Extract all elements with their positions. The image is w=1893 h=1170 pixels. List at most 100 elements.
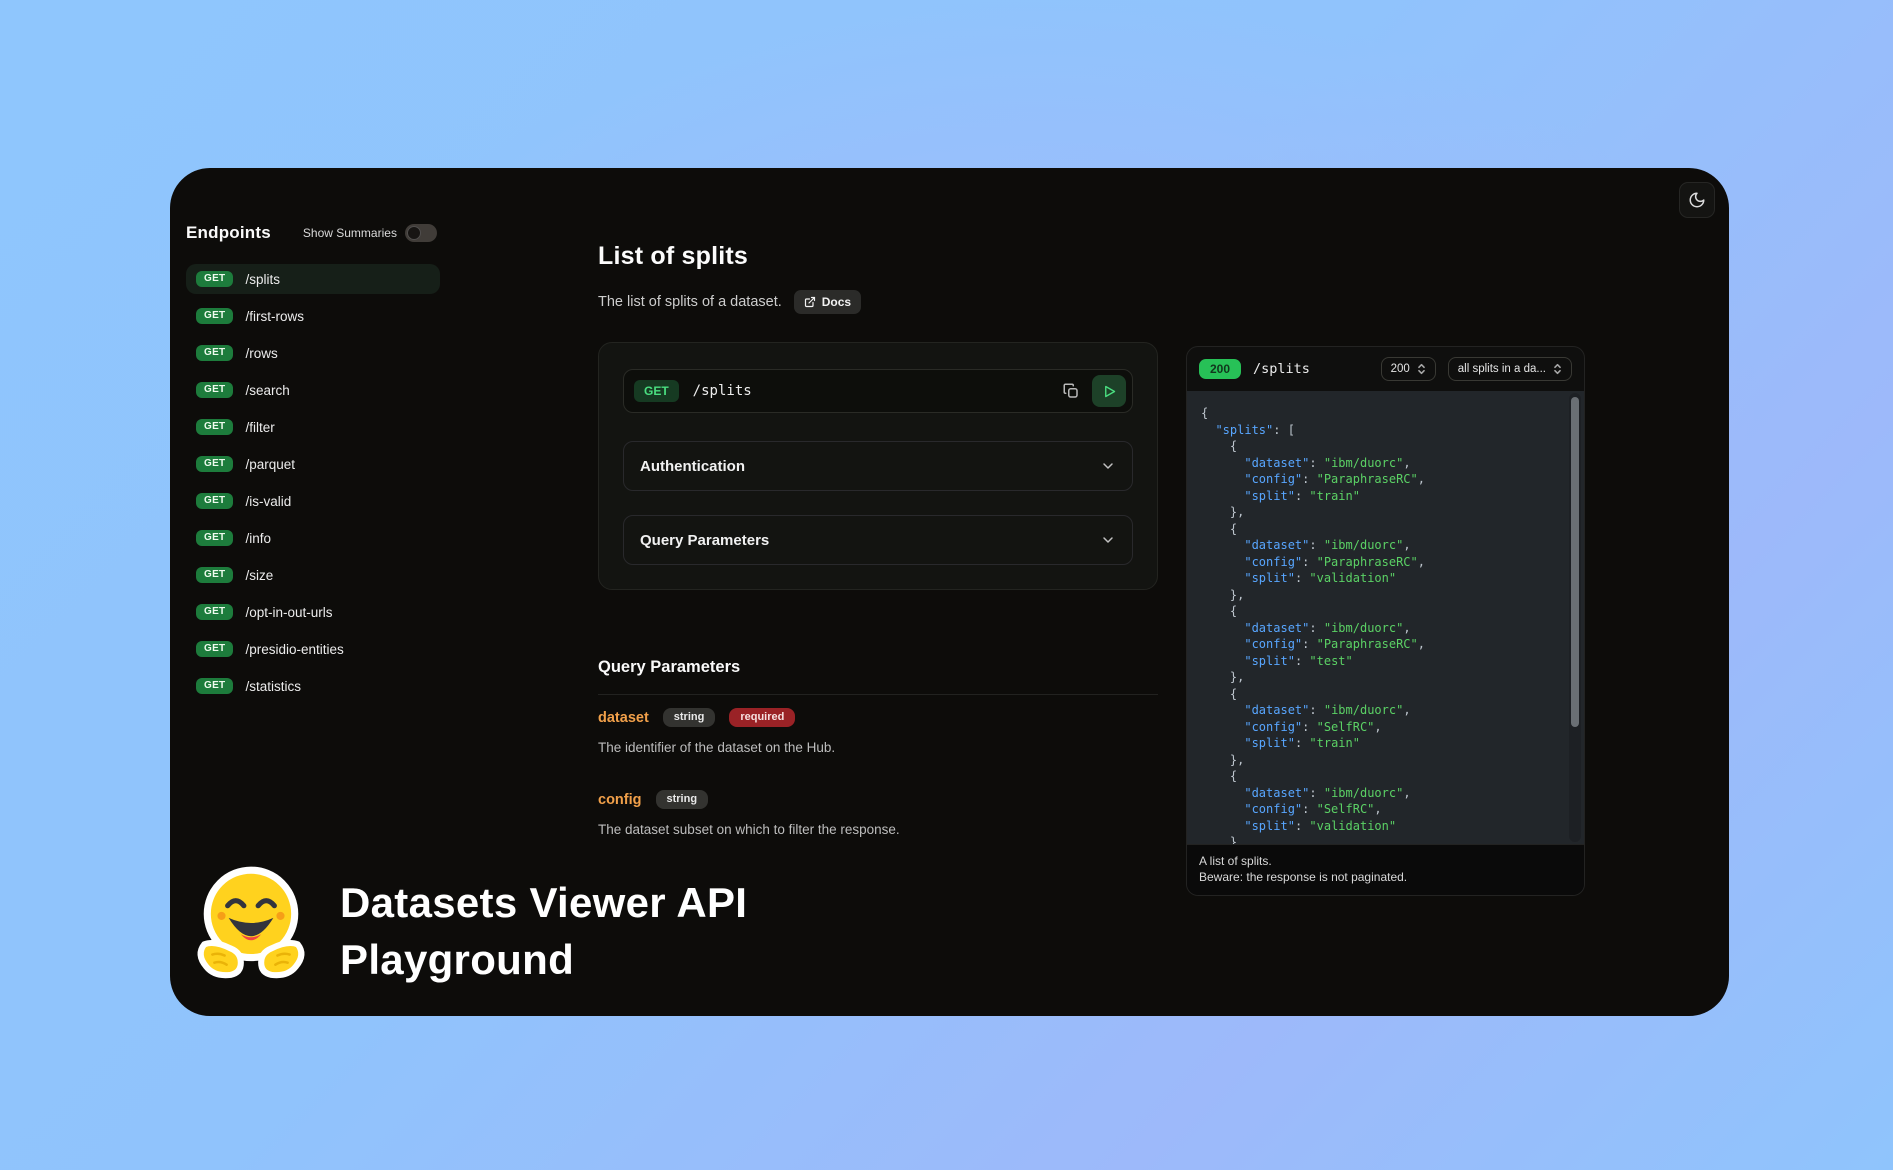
sidebar-item-splits[interactable]: GET/splits [186, 264, 440, 294]
dark-mode-toggle-button[interactable] [1679, 182, 1715, 218]
json-code-line: }, [1201, 587, 1566, 604]
json-code-line: "dataset": "ibm/duorc", [1201, 702, 1566, 719]
request-path: /splits [693, 383, 752, 399]
endpoint-description: The list of splits of a dataset. [598, 294, 782, 310]
sidebar-item-info[interactable]: GET/info [186, 523, 440, 553]
response-panel: 200 /splits 200 all splits in a da... { … [1186, 346, 1585, 896]
sidebar-item-size[interactable]: GET/size [186, 560, 440, 590]
json-code-line: "dataset": "ibm/duorc", [1201, 455, 1566, 472]
method-badge: GET [196, 604, 233, 620]
json-code-line: "dataset": "ibm/duorc", [1201, 537, 1566, 554]
json-code-line: "dataset": "ibm/duorc", [1201, 620, 1566, 637]
sidebar-item-rows[interactable]: GET/rows [186, 338, 440, 368]
docs-button-label: Docs [822, 295, 851, 309]
json-code-line: "config": "SelfRC", [1201, 801, 1566, 818]
scrollbar-thumb[interactable] [1571, 397, 1579, 727]
authentication-accordion[interactable]: Authentication [623, 441, 1133, 491]
endpoint-path-label: /splits [245, 272, 280, 287]
sidebar-item-parquet[interactable]: GET/parquet [186, 449, 440, 479]
authentication-accordion-label: Authentication [640, 458, 745, 475]
method-badge: GET [196, 419, 233, 435]
json-code-line: "dataset": "ibm/duorc", [1201, 785, 1566, 802]
parameter-description: The dataset subset on which to filter th… [598, 822, 1158, 837]
json-code-line: "split": "train" [1201, 735, 1566, 752]
json-code-line: "config": "ParaphraseRC", [1201, 636, 1566, 653]
json-code-line: "config": "ParaphraseRC", [1201, 471, 1566, 488]
docs-button[interactable]: Docs [794, 290, 861, 314]
json-code-line: { [1201, 603, 1566, 620]
sidebar-item-first-rows[interactable]: GET/first-rows [186, 301, 440, 331]
copy-url-button[interactable] [1056, 376, 1086, 406]
parameter-type-badge: string [656, 790, 709, 809]
json-code-line: "split": "validation" [1201, 818, 1566, 835]
json-code-line: { [1201, 521, 1566, 538]
endpoint-path-label: /filter [245, 420, 274, 435]
response-footer-line: Beware: the response is not paginated. [1199, 869, 1572, 885]
show-summaries-toggle[interactable] [405, 224, 437, 242]
parameter-config: configstringThe dataset subset on which … [598, 790, 1158, 837]
up-down-chevrons-icon [1553, 363, 1562, 375]
sidebar-header: Endpoints Show Summaries [186, 220, 440, 246]
sidebar-item-is-valid[interactable]: GET/is-valid [186, 486, 440, 516]
app-window: Endpoints Show Summaries GET/splitsGET/f… [170, 168, 1729, 1016]
sidebar-item-statistics[interactable]: GET/statistics [186, 671, 440, 701]
external-link-icon [804, 296, 816, 308]
subtitle-row: The list of splits of a dataset. Docs [598, 290, 861, 314]
request-url-bar: GET /splits [623, 369, 1133, 413]
endpoint-path-label: /size [245, 568, 273, 583]
endpoint-path-label: /search [245, 383, 289, 398]
response-footer-line: A list of splits. [1199, 853, 1572, 869]
json-code-line: { [1201, 768, 1566, 785]
endpoint-path-label: /info [245, 531, 271, 546]
json-code-line: { [1201, 686, 1566, 703]
json-code: { "splits": [ { "dataset": "ibm/duorc", … [1187, 397, 1566, 844]
endpoint-list: GET/splitsGET/first-rowsGET/rowsGET/sear… [186, 264, 440, 701]
parameter-description: The identifier of the dataset on the Hub… [598, 740, 1158, 755]
json-code-line: { [1201, 405, 1566, 422]
up-down-chevrons-icon [1417, 363, 1426, 375]
hugging-face-emoji [190, 860, 312, 984]
sidebar-title: Endpoints [186, 223, 271, 243]
example-select[interactable]: all splits in a da... [1448, 357, 1572, 381]
app-title-line1: Datasets Viewer API [340, 874, 747, 931]
method-badge: GET [196, 493, 233, 509]
json-code-line: "splits": [ [1201, 422, 1566, 439]
endpoint-path-label: /presidio-entities [245, 642, 343, 657]
query-parameters-accordion-label: Query Parameters [640, 532, 769, 549]
method-badge: GET [196, 308, 233, 324]
response-body-viewer[interactable]: { "splits": [ { "dataset": "ibm/duorc", … [1187, 391, 1584, 844]
branding: Datasets Viewer API Playground [190, 860, 747, 988]
method-badge: GET [196, 456, 233, 472]
section-divider [598, 694, 1158, 695]
method-badge: GET [196, 567, 233, 583]
sidebar-item-filter[interactable]: GET/filter [186, 412, 440, 442]
example-select-value: all splits in a da... [1458, 363, 1546, 375]
response-header: 200 /splits 200 all splits in a da... [1187, 347, 1584, 391]
page-title: List of splits [598, 242, 748, 271]
query-parameters-section-title: Query Parameters [598, 658, 740, 677]
status-code-badge: 200 [1199, 359, 1241, 379]
sidebar-item-opt-in-out-urls[interactable]: GET/opt-in-out-urls [186, 597, 440, 627]
status-select[interactable]: 200 [1381, 357, 1436, 381]
status-select-value: 200 [1391, 363, 1410, 375]
endpoint-path-label: /is-valid [245, 494, 291, 509]
response-path: /splits [1253, 361, 1310, 377]
json-code-line: }, [1201, 669, 1566, 686]
query-parameters-accordion[interactable]: Query Parameters [623, 515, 1133, 565]
chevron-down-icon [1100, 458, 1116, 474]
request-method-badge: GET [634, 380, 679, 402]
json-code-line: }, [1201, 752, 1566, 769]
show-summaries-label: Show Summaries [303, 226, 397, 240]
required-badge: required [729, 708, 795, 727]
endpoint-path-label: /first-rows [245, 309, 304, 324]
toggle-knob [407, 226, 421, 240]
run-request-button[interactable] [1092, 375, 1126, 407]
method-badge: GET [196, 271, 233, 287]
sidebar-item-presidio-entities[interactable]: GET/presidio-entities [186, 634, 440, 664]
json-code-line: "config": "SelfRC", [1201, 719, 1566, 736]
json-code-line: "config": "ParaphraseRC", [1201, 554, 1566, 571]
scrollbar-track[interactable] [1569, 393, 1581, 842]
app-title: Datasets Viewer API Playground [340, 874, 747, 988]
chevron-down-icon [1100, 532, 1116, 548]
sidebar-item-search[interactable]: GET/search [186, 375, 440, 405]
